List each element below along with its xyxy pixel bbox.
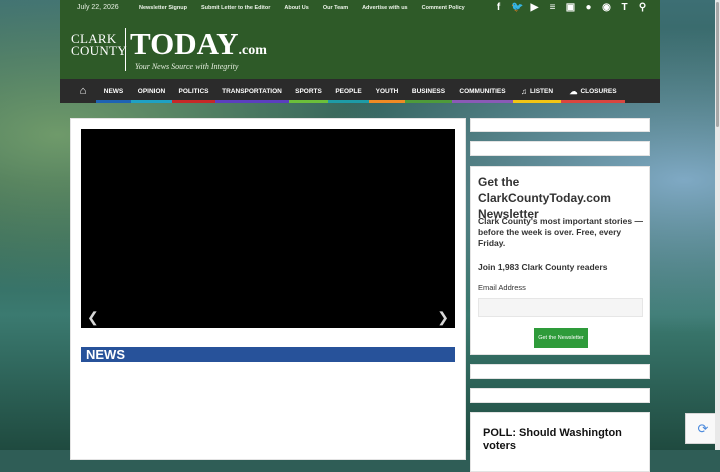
snow-cloud-icon: ☁ xyxy=(569,86,578,96)
main-nav: ⌂ NEWS OPINION POLITICS TRANSPORTATION S… xyxy=(60,79,660,103)
email-label: Email Address xyxy=(478,283,526,292)
page-container: July 22, 2026 Newsletter Signup Submit L… xyxy=(60,0,660,472)
chevron-right-icon[interactable]: ❯ xyxy=(437,309,449,326)
top-link-submit-letter[interactable]: Submit Letter to the Editor xyxy=(201,5,270,11)
nav-youth-stripe xyxy=(369,100,405,103)
logo-today-text: TODAY.com xyxy=(130,27,267,67)
nav-youth-label: YOUTH xyxy=(375,87,399,95)
logo-county-text: COUNTY xyxy=(71,43,127,58)
truth-social-icon[interactable]: T xyxy=(619,2,630,13)
nav-home[interactable]: ⌂ xyxy=(70,79,96,103)
newsletter-widget: Get the ClarkCountyToday.com Newsletter … xyxy=(470,166,650,355)
nav-news-label: NEWS xyxy=(103,87,124,95)
nav-news[interactable]: NEWS xyxy=(96,79,131,103)
logo-today-word: TODAY xyxy=(130,26,239,61)
podcast-icon[interactable]: ◉ xyxy=(601,2,612,13)
logo-com-suffix: .com xyxy=(238,43,267,58)
top-link-comment-policy[interactable]: Comment Policy xyxy=(422,5,465,11)
recaptcha-icon: ⟳ xyxy=(697,420,709,436)
sidebar-ad-slot-2 xyxy=(470,141,650,156)
nav-opinion[interactable]: OPINION xyxy=(131,79,172,103)
email-field[interactable] xyxy=(478,298,643,317)
logo-divider xyxy=(125,28,126,71)
nav-people-stripe xyxy=(328,100,369,103)
nav-youth[interactable]: YOUTH xyxy=(369,79,405,103)
facebook-icon[interactable]: f xyxy=(493,2,504,13)
scrollbar[interactable] xyxy=(715,0,720,450)
top-link-our-team[interactable]: Our Team xyxy=(323,5,348,11)
newsletter-title: Get the ClarkCountyToday.com Newsletter xyxy=(478,175,611,221)
nav-listen-label: LISTEN xyxy=(529,87,554,95)
get-newsletter-button[interactable]: Get the Newsletter xyxy=(534,328,588,348)
nav-closures[interactable]: ☁ CLOSURES xyxy=(561,79,625,103)
nav-politics-stripe xyxy=(172,100,215,103)
top-links: Newsletter Signup Submit Letter to the E… xyxy=(139,5,479,11)
sidebar-ad-slot-3 xyxy=(470,364,650,379)
nav-business-label: BUSINESS xyxy=(411,87,446,95)
poll-widget[interactable]: POLL: Should Washington voters xyxy=(470,412,650,472)
chevron-left-icon[interactable]: ❮ xyxy=(87,309,99,326)
nav-communities-stripe xyxy=(452,100,513,103)
nav-politics[interactable]: POLITICS xyxy=(172,79,215,103)
nav-business[interactable]: BUSINESS xyxy=(405,79,452,103)
top-bar: July 22, 2026 Newsletter Signup Submit L… xyxy=(60,0,660,18)
nav-business-stripe xyxy=(405,100,452,103)
current-date: July 22, 2026 xyxy=(77,4,119,11)
scrollbar-thumb[interactable] xyxy=(716,2,719,127)
sidebar-ad-slot-4 xyxy=(470,388,650,403)
nav-communities[interactable]: COMMUNITIES xyxy=(452,79,513,103)
top-link-about-us[interactable]: About Us xyxy=(284,5,308,11)
top-link-advertise[interactable]: Advertise with us xyxy=(362,5,408,11)
nav-closures-label: CLOSURES xyxy=(580,87,617,95)
nav-politics-label: POLITICS xyxy=(178,87,209,95)
top-link-newsletter-signup[interactable]: Newsletter Signup xyxy=(139,5,187,11)
nav-people-label: PEOPLE xyxy=(335,87,362,95)
nav-opinion-label: OPINION xyxy=(137,87,166,95)
nav-listen-stripe xyxy=(513,100,561,103)
twitter-icon[interactable]: 🐦 xyxy=(511,2,523,13)
newsletter-reader-count: Join 1,983 Clark County readers xyxy=(478,262,608,272)
headphones-icon: ♫ xyxy=(520,86,527,96)
nav-transportation-label: TRANSPORTATION xyxy=(222,87,282,95)
nav-closures-stripe xyxy=(561,100,625,103)
newsletter-description: Clark County's most important stories — … xyxy=(478,216,643,248)
search-icon[interactable]: ⚲ xyxy=(637,2,648,13)
instagram-icon[interactable]: ▣ xyxy=(565,2,576,13)
home-icon: ⌂ xyxy=(79,85,87,97)
poll-title: POLL: Should Washington voters xyxy=(483,427,622,452)
logo-tagline: Your News Source with Integrity xyxy=(135,62,239,71)
video-slider[interactable]: ❮ ❯ xyxy=(81,129,455,328)
nav-sports[interactable]: SPORTS xyxy=(289,79,328,103)
nav-sports-label: SPORTS xyxy=(295,87,322,95)
site-header: July 22, 2026 Newsletter Signup Submit L… xyxy=(60,0,660,79)
nav-listen[interactable]: ♫ LISTEN xyxy=(513,79,561,103)
nav-sports-stripe xyxy=(289,100,328,103)
nav-opinion-stripe xyxy=(131,100,172,103)
main-content: ❮ ❯ NEWS xyxy=(70,118,466,460)
nav-people[interactable]: PEOPLE xyxy=(328,79,369,103)
spotify-icon[interactable]: ● xyxy=(583,2,594,13)
news-section-header: NEWS xyxy=(81,347,455,362)
rss-icon[interactable]: ≡ xyxy=(547,2,558,13)
nav-communities-label: COMMUNITIES xyxy=(459,87,506,95)
nav-news-stripe xyxy=(96,100,131,103)
social-links: f 🐦 ▶ ≡ ▣ ● ◉ T ⚲ xyxy=(493,2,648,13)
nav-transportation[interactable]: TRANSPORTATION xyxy=(215,79,289,103)
nav-transportation-stripe xyxy=(215,100,289,103)
logo-clark-county: CLARK COUNTY xyxy=(71,32,127,58)
youtube-icon[interactable]: ▶ xyxy=(529,2,540,13)
sidebar-ad-slot-1 xyxy=(470,118,650,132)
